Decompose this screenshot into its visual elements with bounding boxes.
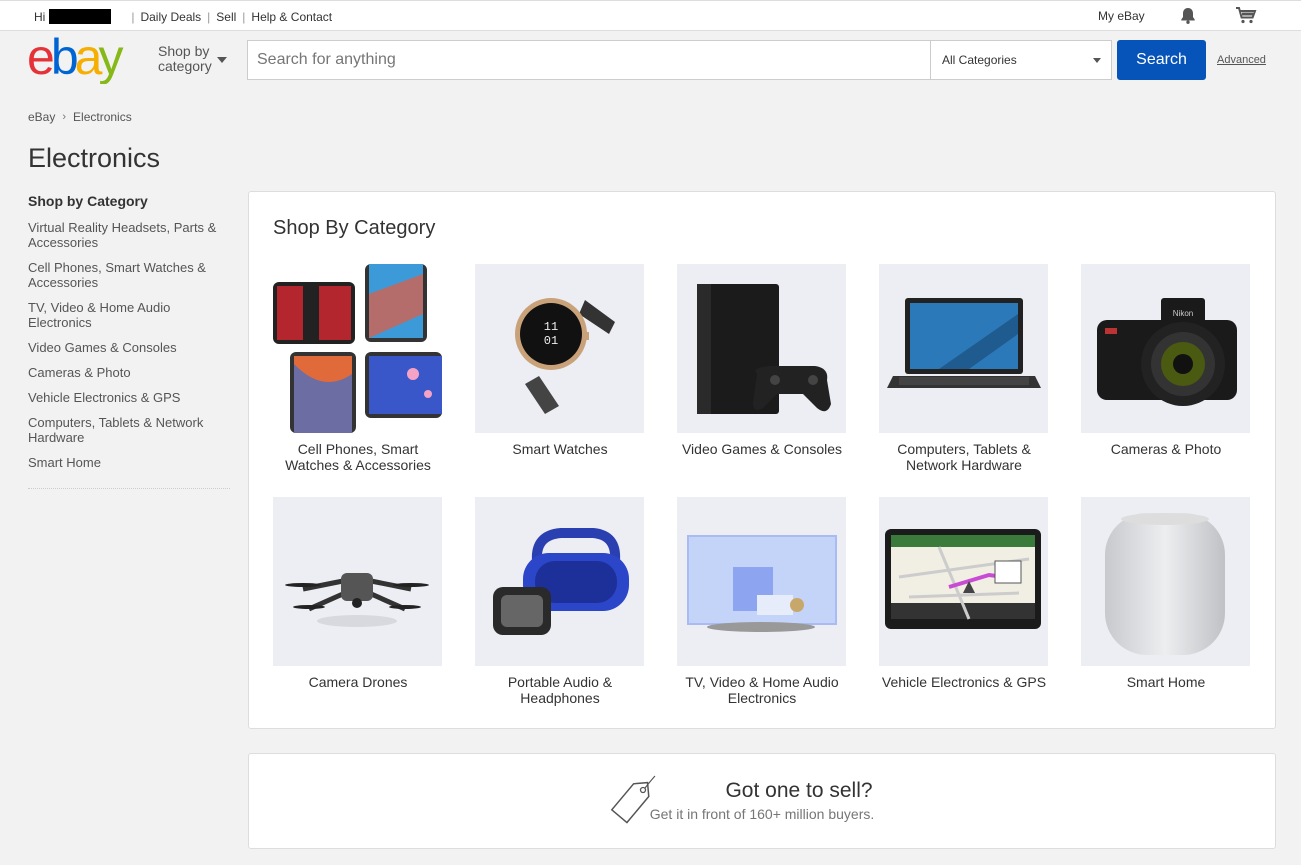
category-tile-smart-home[interactable]: Smart Home — [1081, 497, 1251, 690]
search-bar: All Categories — [247, 40, 1112, 80]
ebay-logo[interactable]: ebay — [27, 36, 147, 84]
panel-title: Shop By Category — [273, 217, 436, 239]
top-bar: Hi | Daily Deals | Sell | Help & Contact… — [0, 0, 1301, 31]
separator: | — [242, 9, 246, 24]
sidebar-item-cell-phones[interactable]: Cell Phones, Smart Watches & Accessories — [28, 260, 230, 290]
chevron-down-icon — [1093, 58, 1101, 63]
daily-deals-link[interactable]: Daily Deals — [140, 10, 201, 24]
top-bar-left: Hi | Daily Deals | Sell | Help & Contact — [34, 9, 332, 24]
phones-image — [273, 264, 442, 433]
sell-link[interactable]: Sell — [216, 10, 236, 24]
breadcrumb: eBay › Electronics — [28, 110, 132, 124]
sell-subtitle: Get it in front of 160+ million buyers. — [649, 806, 875, 822]
category-tile-label: Camera Drones — [308, 674, 408, 690]
bell-icon[interactable] — [1180, 7, 1196, 24]
category-tile-cameras[interactable]: Nikon Cameras & Photo — [1081, 264, 1251, 457]
separator: | — [207, 9, 211, 24]
category-tile-label: Portable Audio & Headphones — [507, 674, 613, 706]
category-tile-label: Vehicle Electronics & GPS — [881, 674, 1047, 690]
greeting: Hi — [34, 9, 46, 24]
help-contact-link[interactable]: Help & Contact — [251, 10, 332, 24]
redacted-username — [49, 9, 112, 24]
svg-text:Nikon: Nikon — [1173, 309, 1193, 318]
category-tile-smart-watches[interactable]: 11 01 Smart Watches — [475, 264, 645, 457]
breadcrumb-current: Electronics — [73, 110, 132, 124]
tv-image — [677, 497, 846, 666]
category-tile-tv[interactable]: TV, Video & Home Audio Electronics — [677, 497, 847, 706]
homepod-image — [1081, 497, 1250, 666]
sell-banner[interactable]: Got one to sell? Get it in front of 160+… — [248, 753, 1276, 849]
category-tile-video-games[interactable]: Video Games & Consoles — [677, 264, 847, 457]
svg-text:01: 01 — [544, 334, 558, 348]
sidebar-item-tv[interactable]: TV, Video & Home Audio Electronics — [28, 300, 230, 330]
console-image — [677, 264, 846, 433]
cart-icon[interactable] — [1235, 6, 1257, 24]
breadcrumb-ebay[interactable]: eBay — [28, 110, 55, 124]
page-title: Electronics — [28, 143, 161, 173]
category-select-value: All Categories — [942, 53, 1017, 67]
svg-text:11: 11 — [544, 320, 558, 334]
category-tile-label: Computers, Tablets & Network Hardware — [897, 441, 1031, 473]
my-ebay-link[interactable]: My eBay — [1098, 9, 1145, 23]
sidebar-item-vr[interactable]: Virtual Reality Headsets, Parts & Access… — [28, 220, 230, 250]
category-select[interactable]: All Categories — [930, 41, 1111, 79]
watch-image: 11 01 — [475, 264, 644, 433]
category-tile-label: Cell Phones, Smart Watches & Accessories — [285, 441, 431, 473]
sidebar-item-smart-home[interactable]: Smart Home — [28, 455, 230, 470]
category-tile-label: Cameras & Photo — [1110, 441, 1222, 457]
chevron-right-icon: › — [62, 111, 67, 123]
advanced-search-link[interactable]: Advanced — [1217, 54, 1266, 66]
category-tile-label: Smart Watches — [512, 441, 608, 457]
shop-by-category-panel: Shop By Category Cell Phones, Smart Watc… — [248, 191, 1276, 729]
sidebar-item-cameras[interactable]: Cameras & Photo — [28, 365, 230, 380]
category-tile-label: Smart Home — [1126, 674, 1206, 690]
sidebar-heading: Shop by Category — [28, 193, 148, 209]
category-tile-label: TV, Video & Home Audio Electronics — [685, 674, 839, 706]
svg-text:ebay: ebay — [27, 36, 123, 84]
drone-image — [273, 497, 442, 666]
chevron-down-icon[interactable] — [217, 57, 227, 63]
category-tile-cell-phones[interactable]: Cell Phones, Smart Watches & Accessories — [273, 264, 443, 473]
search-input[interactable] — [248, 41, 930, 79]
category-tile-vehicle-electronics[interactable]: Vehicle Electronics & GPS — [879, 497, 1049, 690]
camera-image: Nikon — [1081, 264, 1250, 433]
sidebar-item-computers[interactable]: Computers, Tablets & Network Hardware — [28, 415, 230, 445]
laptop-image — [879, 264, 1048, 433]
sell-title: Got one to sell? — [725, 779, 873, 802]
category-tile-portable-audio[interactable]: Portable Audio & Headphones — [475, 497, 645, 706]
category-tile-label: Video Games & Consoles — [681, 441, 843, 457]
shop-by-category-button[interactable]: Shop by category — [158, 44, 218, 74]
speaker-image — [475, 497, 644, 666]
category-tile-computers[interactable]: Computers, Tablets & Network Hardware — [879, 264, 1049, 473]
sidebar-item-vehicle[interactable]: Vehicle Electronics & GPS — [28, 390, 230, 405]
sidebar: Shop by Category Virtual Reality Headset… — [28, 193, 230, 489]
search-button[interactable]: Search — [1117, 40, 1206, 80]
gps-image — [879, 497, 1048, 666]
category-tile-camera-drones[interactable]: Camera Drones — [273, 497, 443, 690]
separator: | — [131, 9, 135, 24]
sidebar-divider — [28, 488, 230, 489]
sidebar-item-video-games[interactable]: Video Games & Consoles — [28, 340, 230, 355]
